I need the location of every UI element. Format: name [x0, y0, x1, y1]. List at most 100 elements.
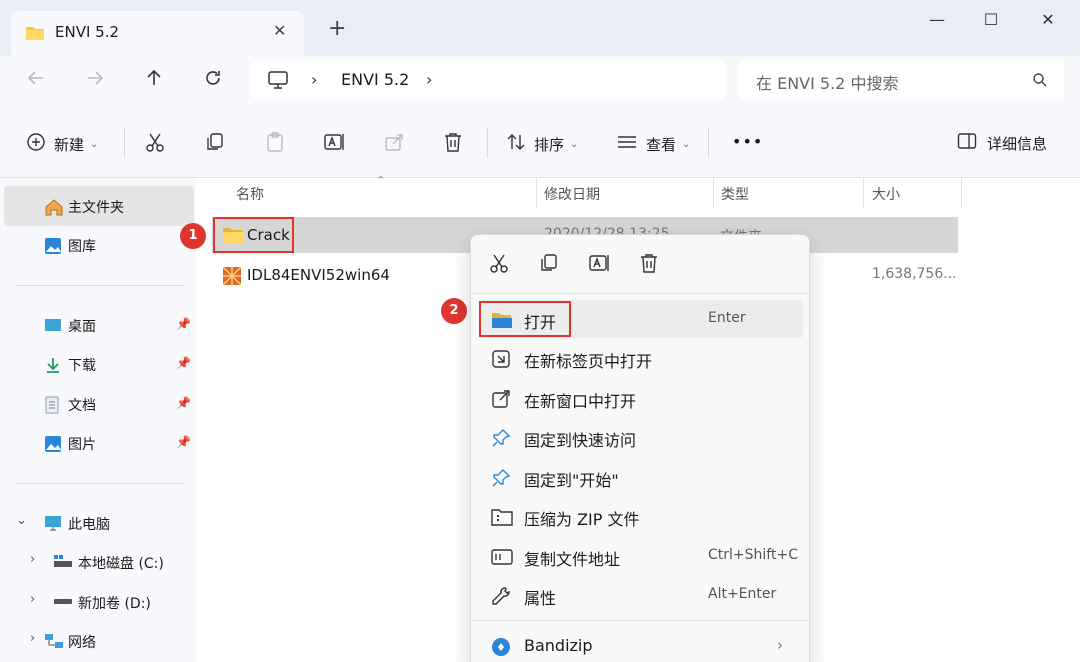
sidebar-item-label: 图片 — [68, 437, 96, 453]
title-bar: ENVI 5.2 ✕ + — ☐ ✕ — [0, 0, 1080, 56]
forward-icon[interactable] — [81, 68, 109, 94]
view-button[interactable]: 查看 ⌄ — [616, 132, 690, 156]
sort-button[interactable]: 排序 ⌄ — [506, 132, 578, 156]
download-icon — [44, 356, 62, 373]
column-divider[interactable] — [863, 178, 864, 208]
menu-item-label: 压缩为 ZIP 文件 — [524, 510, 640, 529]
pin-icon[interactable]: 📌 — [176, 435, 191, 449]
menu-item-open-new-window[interactable]: 在新窗口中打开 — [479, 379, 803, 417]
this-pc-icon — [44, 515, 62, 531]
context-quick-actions — [471, 235, 811, 295]
this-pc-icon[interactable] — [267, 70, 289, 94]
copy-icon[interactable] — [538, 252, 562, 276]
network-icon — [44, 633, 63, 649]
file-name[interactable]: IDL84ENVI52win64 — [247, 266, 390, 284]
chevron-down-icon[interactable]: ⌄ — [16, 513, 27, 528]
breadcrumb-separator[interactable]: › — [426, 70, 432, 89]
chevron-right-icon[interactable]: › — [30, 631, 35, 646]
more-button[interactable]: ••• — [732, 132, 763, 151]
column-divider[interactable] — [713, 178, 714, 208]
divider — [471, 620, 811, 621]
drive-c-icon — [54, 554, 72, 570]
share-icon[interactable] — [383, 131, 405, 153]
sidebar-item-home[interactable]: 主文件夹 — [4, 186, 194, 226]
menu-item-copy-path[interactable]: 复制文件地址 Ctrl+Shift+C — [479, 537, 803, 575]
tab-envi[interactable]: ENVI 5.2 ✕ — [11, 11, 304, 56]
chevron-right-icon[interactable]: › — [30, 592, 35, 607]
pin-icon[interactable]: 📌 — [176, 396, 191, 410]
divider — [124, 128, 125, 158]
details-pane-icon — [957, 132, 977, 154]
menu-item-open-new-tab[interactable]: 在新标签页中打开 — [479, 339, 803, 377]
address-bar[interactable]: › ENVI 5.2 › — [251, 61, 727, 99]
paste-icon[interactable] — [264, 131, 286, 153]
minimize-button[interactable]: — — [917, 8, 957, 32]
add-icon — [26, 132, 46, 156]
divider — [487, 128, 488, 158]
cut-icon[interactable] — [488, 252, 512, 276]
menu-item-label: 复制文件地址 — [524, 550, 621, 569]
sort-ascending-icon: ⌃ — [376, 174, 386, 187]
column-header-modified[interactable]: 修改日期 — [544, 184, 600, 204]
sidebar-item-downloads[interactable]: 下载 📌 — [4, 344, 194, 384]
breadcrumb-envi[interactable]: ENVI 5.2 — [341, 70, 409, 89]
column-divider[interactable] — [536, 178, 537, 208]
breadcrumb-separator[interactable]: › — [311, 70, 317, 89]
copy-path-icon — [491, 547, 513, 567]
drive-d-icon — [54, 594, 72, 610]
pin-start-icon — [491, 468, 511, 488]
menu-item-compress-zip[interactable]: 压缩为 ZIP 文件 — [479, 497, 803, 535]
menu-item-label: 在新标签页中打开 — [524, 352, 653, 371]
pin-icon[interactable]: 📌 — [176, 356, 191, 370]
new-tab-button[interactable]: + — [328, 18, 346, 40]
refresh-icon[interactable] — [199, 68, 227, 94]
menu-item-label: 在新窗口中打开 — [524, 392, 637, 411]
cut-icon[interactable] — [144, 131, 166, 153]
folder-icon — [25, 25, 45, 45]
menu-item-properties[interactable]: 属性 Alt+Enter — [479, 576, 803, 614]
sidebar-item-drive-d[interactable]: › 新加卷 (D:) — [4, 582, 194, 622]
sidebar-item-documents[interactable]: 文档 📌 — [4, 384, 194, 424]
menu-item-bandizip[interactable]: Bandizip › — [479, 627, 803, 662]
menu-item-pin-quick-access[interactable]: 固定到快速访问 — [479, 418, 803, 456]
rename-icon[interactable] — [588, 252, 612, 276]
maximize-button[interactable]: ☐ — [971, 8, 1011, 32]
menu-item-shortcut: Alt+Enter — [708, 586, 777, 602]
search-icon[interactable] — [1032, 72, 1048, 92]
column-header-size[interactable]: 大小 — [872, 184, 900, 204]
sidebar-item-desktop[interactable]: 桌面 📌 — [4, 305, 194, 345]
command-bar: 新建 ⌄ 排序 ⌄ 查看 ⌄ ••• 详细信息 — [0, 106, 1080, 178]
sidebar-item-drive-c[interactable]: › 本地磁盘 (C:) — [4, 542, 194, 582]
sidebar-item-label: 此电脑 — [68, 517, 110, 533]
column-divider[interactable] — [961, 178, 962, 208]
view-icon — [616, 132, 638, 156]
sidebar-item-label: 图库 — [68, 239, 96, 255]
menu-item-label: 固定到快速访问 — [524, 431, 637, 450]
details-button[interactable]: 详细信息 — [957, 132, 1047, 154]
delete-icon[interactable] — [442, 131, 464, 153]
new-button[interactable]: 新建 ⌄ — [26, 132, 98, 156]
column-header-name[interactable]: 名称 — [236, 184, 264, 204]
divider — [16, 285, 184, 286]
close-button[interactable]: ✕ — [1028, 8, 1068, 32]
desktop-icon — [44, 317, 62, 333]
sidebar-item-gallery[interactable]: 图库 — [4, 225, 194, 265]
chevron-down-icon: ⌄ — [682, 138, 691, 150]
chevron-right-icon[interactable]: › — [30, 552, 35, 567]
chevron-down-icon: ⌄ — [570, 138, 579, 150]
search-box[interactable]: 在 ENVI 5.2 中搜索 — [738, 61, 1064, 99]
sidebar-item-network[interactable]: › 网络 — [4, 621, 194, 661]
sidebar-item-pictures[interactable]: 图片 📌 — [4, 423, 194, 463]
menu-item-pin-start[interactable]: 固定到"开始" — [479, 458, 803, 496]
delete-icon[interactable] — [638, 252, 662, 276]
rename-icon[interactable] — [323, 131, 345, 153]
up-icon[interactable] — [140, 68, 168, 94]
pin-icon[interactable]: 📌 — [176, 317, 191, 331]
divider — [16, 483, 184, 484]
back-icon[interactable] — [22, 68, 50, 94]
copy-icon[interactable] — [204, 131, 226, 153]
tab-close-icon[interactable]: ✕ — [273, 21, 286, 40]
sidebar-item-this-pc[interactable]: ⌄ 此电脑 — [4, 503, 194, 543]
column-header-type[interactable]: 类型 — [721, 184, 749, 204]
menu-item-label: 属性 — [524, 589, 557, 608]
